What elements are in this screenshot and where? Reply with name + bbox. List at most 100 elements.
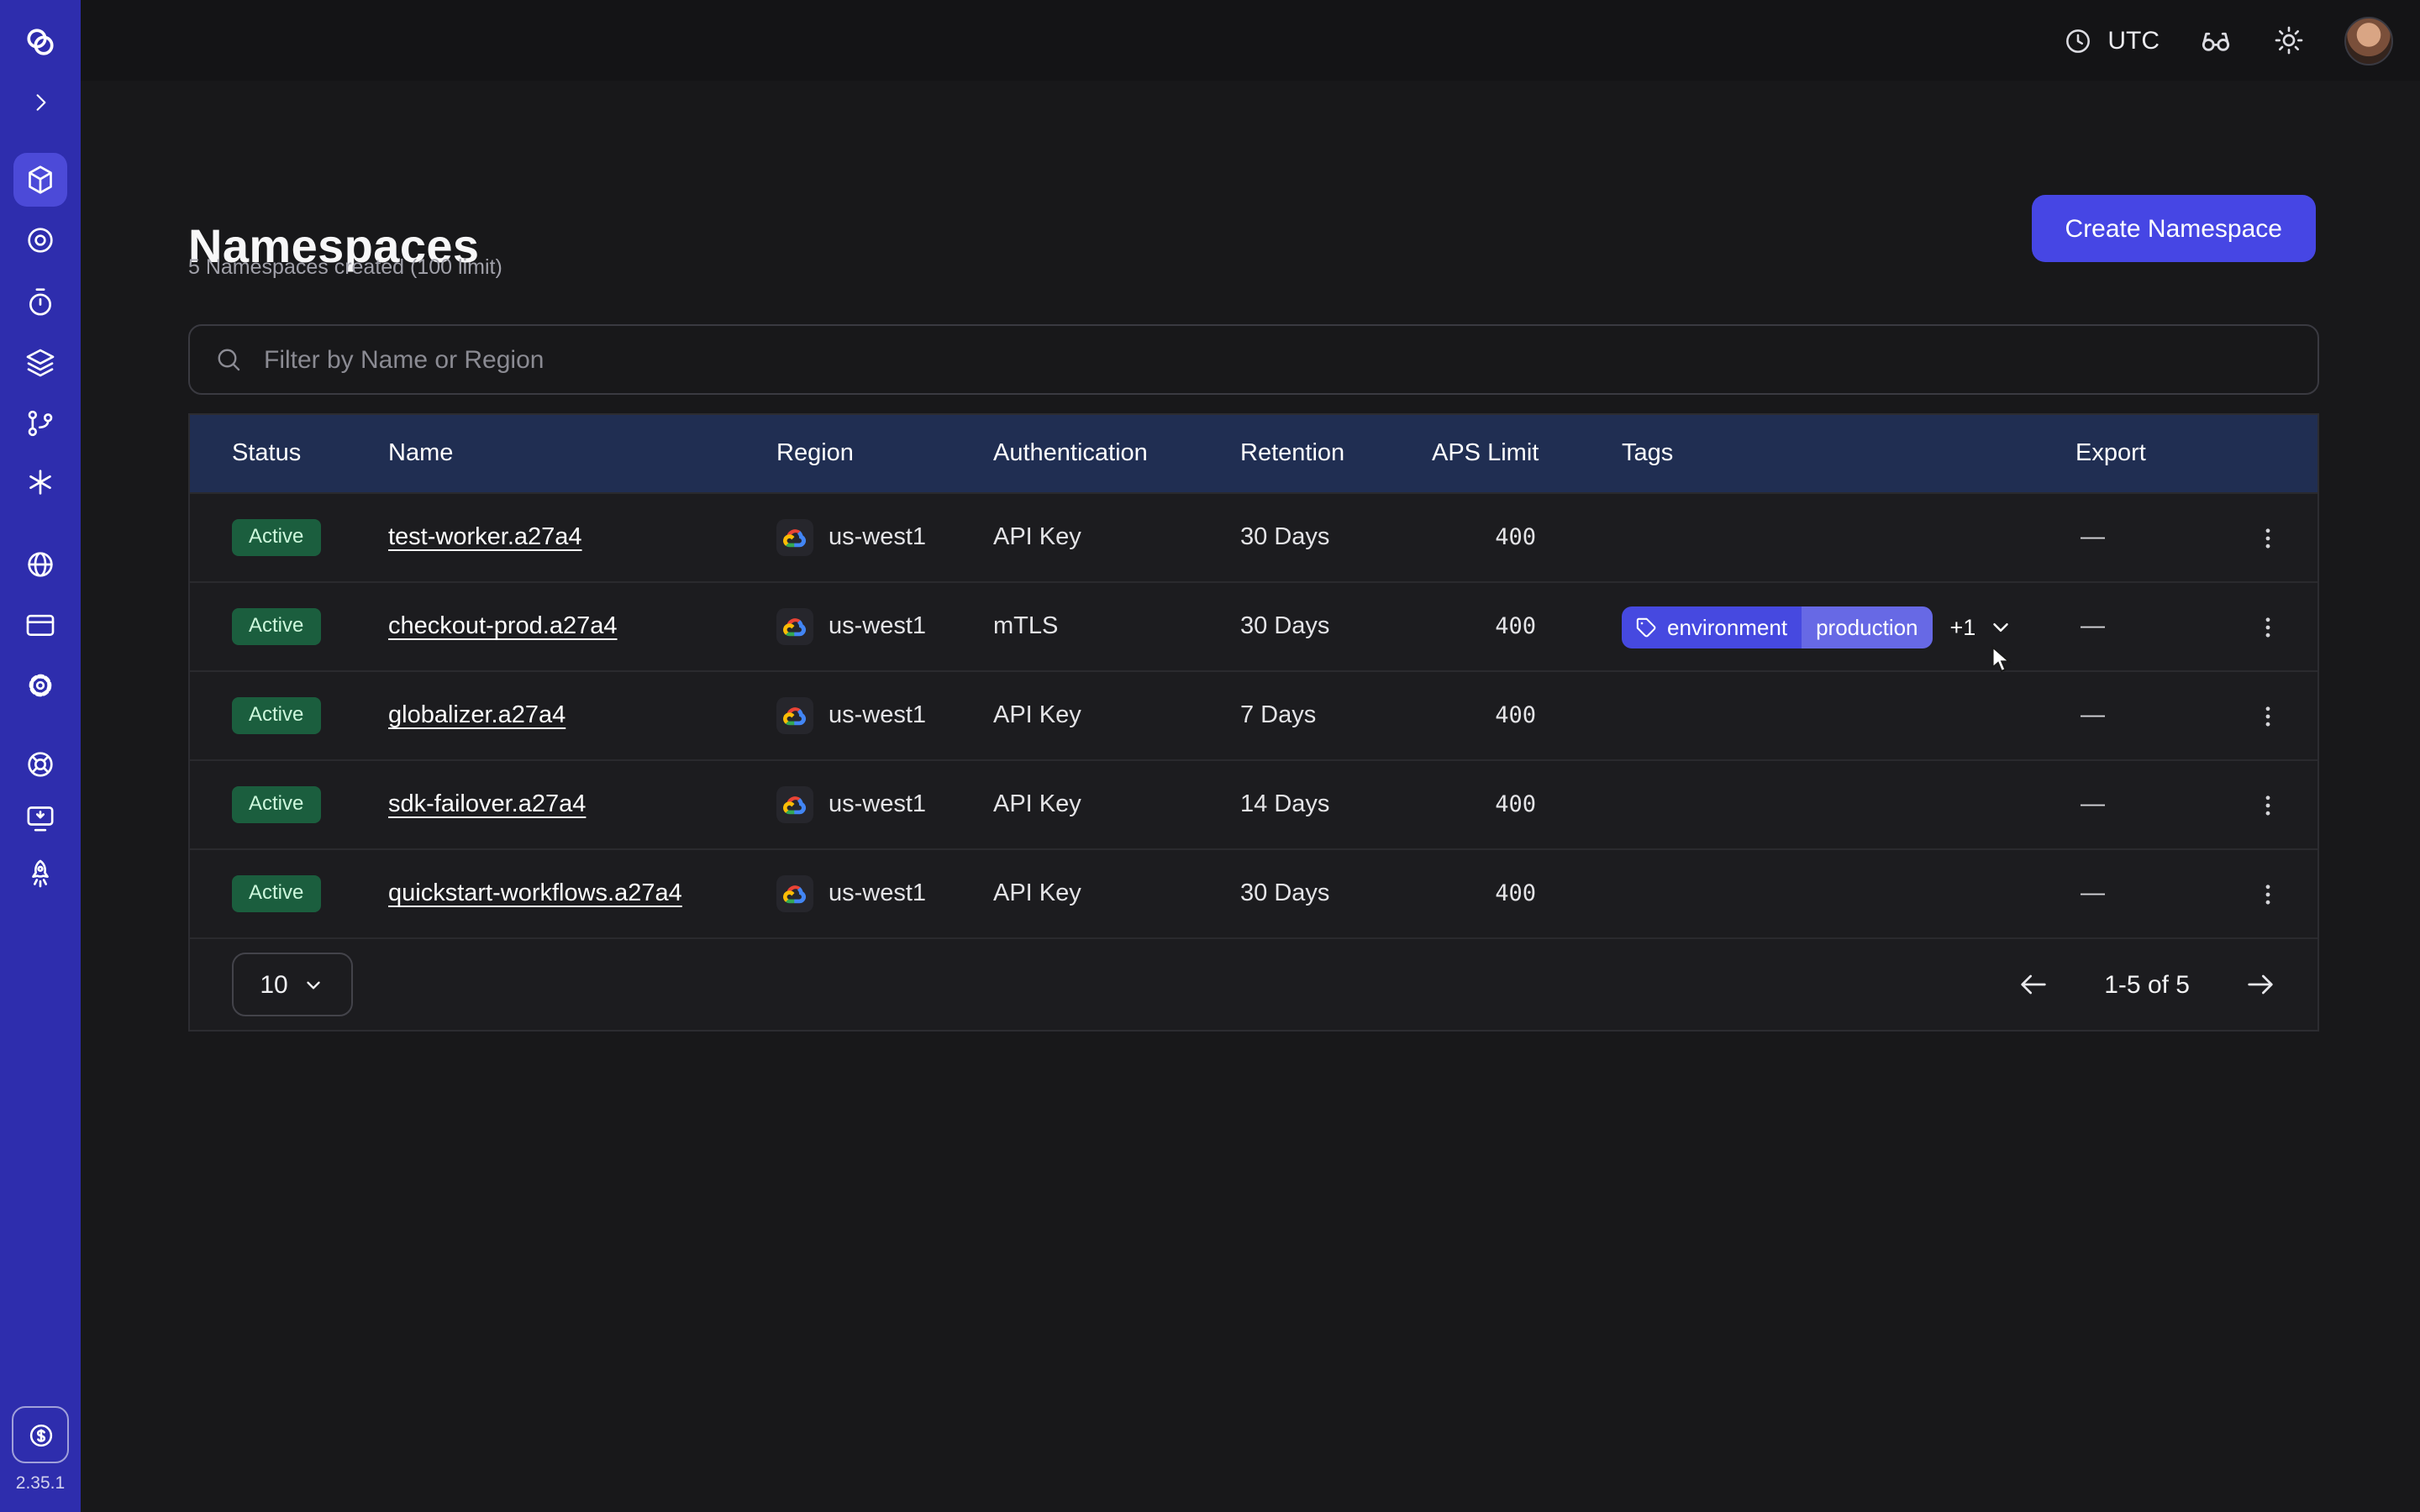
usage-dollar-icon <box>24 1419 56 1451</box>
retention-label: 14 Days <box>1240 791 1432 818</box>
feedback-button[interactable] <box>2196 22 2233 59</box>
sidebar: 2.35.1 <box>0 0 81 1512</box>
row-menu-button[interactable] <box>2244 514 2291 561</box>
table-footer: 10 1-5 of 5 <box>190 937 2317 1030</box>
region-label: us-west1 <box>829 880 926 907</box>
auth-label: API Key <box>993 791 1240 818</box>
gcp-icon <box>776 786 813 823</box>
col-status: Status <box>190 440 388 467</box>
chevron-down-icon <box>1987 614 2012 639</box>
sidebar-item-monitors[interactable] <box>20 220 60 260</box>
clock-icon <box>2062 24 2094 56</box>
support-lifebuoy-icon <box>24 748 57 781</box>
nexus-asterisk-icon <box>24 465 57 499</box>
table-row: Active quickstart-workflows.a27a4 us-wes… <box>190 848 2317 937</box>
filter-input[interactable] <box>260 344 2294 375</box>
col-name: Name <box>388 440 776 467</box>
auth-label: mTLS <box>993 613 1240 640</box>
arrow-right-icon <box>2244 968 2277 1001</box>
region-label: us-west1 <box>829 702 926 729</box>
sidebar-item-stacks[interactable] <box>20 343 60 383</box>
table-row: Active checkout-prod.a27a4 us-west1 mTLS… <box>190 581 2317 670</box>
app-version: 2.35.1 <box>0 1473 81 1494</box>
namespace-link[interactable]: test-worker.a27a4 <box>388 524 582 551</box>
namespaces-cube-icon <box>24 163 57 197</box>
tag-icon <box>1635 616 1657 638</box>
sidebar-item-schedules[interactable] <box>20 282 60 323</box>
retention-label: 30 Days <box>1240 880 1432 907</box>
sidebar-item-guides[interactable] <box>20 798 60 838</box>
world-globe-icon <box>24 548 57 581</box>
tags-expand-button[interactable] <box>1987 614 2012 639</box>
region-label: us-west1 <box>829 613 926 640</box>
col-region: Region <box>776 440 993 467</box>
guides-monitor-icon <box>24 801 57 835</box>
aps-limit-value: 400 <box>1432 880 1622 907</box>
row-menu-button[interactable] <box>2244 870 2291 917</box>
aps-limit-value: 400 <box>1432 613 1622 640</box>
sidebar-item-billing[interactable] <box>20 605 60 645</box>
retention-label: 30 Days <box>1240 524 1432 551</box>
schedules-timer-icon <box>24 286 57 319</box>
gcp-icon <box>776 608 813 645</box>
tag-key-label: environment <box>1667 614 1787 639</box>
col-retention: Retention <box>1240 440 1432 467</box>
namespace-link[interactable]: checkout-prod.a27a4 <box>388 613 618 640</box>
namespace-link[interactable]: quickstart-workflows.a27a4 <box>388 880 682 907</box>
sidebar-item-nexus[interactable] <box>20 462 60 502</box>
temporal-logo[interactable] <box>20 22 60 62</box>
auth-label: API Key <box>993 524 1240 551</box>
status-badge: Active <box>232 519 320 555</box>
status-badge: Active <box>232 608 320 644</box>
sidebar-item-deployments[interactable] <box>20 403 60 444</box>
user-avatar[interactable] <box>2344 16 2393 65</box>
table-row: Active sdk-failover.a27a4 us-west1 API K… <box>190 759 2317 848</box>
auth-label: API Key <box>993 880 1240 907</box>
timezone-selector[interactable]: UTC <box>2062 24 2160 56</box>
sidebar-item-getting-started[interactable] <box>20 853 60 894</box>
gcp-icon <box>776 697 813 734</box>
sidebar-item-namespaces[interactable] <box>13 153 67 207</box>
pagination-range: 1-5 of 5 <box>2104 970 2190 999</box>
row-menu-button[interactable] <box>2244 692 2291 739</box>
export-value: — <box>2075 791 2105 818</box>
status-badge: Active <box>232 786 320 822</box>
filter-bar <box>188 324 2319 395</box>
status-badge: Active <box>232 697 320 733</box>
aps-limit-value: 400 <box>1432 702 1622 729</box>
row-menu-button[interactable] <box>2244 603 2291 650</box>
col-export: Export <box>2075 440 2244 467</box>
page-size-select[interactable]: 10 <box>232 953 353 1016</box>
prev-page-button[interactable] <box>2013 964 2054 1005</box>
status-badge: Active <box>232 875 320 911</box>
expand-chevron-icon[interactable] <box>20 82 60 123</box>
namespace-link[interactable]: globalizer.a27a4 <box>388 702 566 729</box>
sidebar-item-support[interactable] <box>20 744 60 785</box>
namespace-link[interactable]: sdk-failover.a27a4 <box>388 791 586 818</box>
export-value: — <box>2075 524 2105 551</box>
deployments-branch-icon <box>24 407 57 440</box>
billing-card-icon <box>24 608 57 642</box>
tag-value-label: production <box>1801 606 1933 648</box>
settings-gear-icon <box>24 669 57 702</box>
tags-cell: environment production +1 <box>1622 606 2075 648</box>
sidebar-item-world[interactable] <box>20 544 60 585</box>
stacks-layers-icon <box>24 346 57 380</box>
region-label: us-west1 <box>829 791 926 818</box>
namespaces-table: Status Name Region Authentication Retent… <box>188 413 2319 1032</box>
theme-toggle[interactable] <box>2270 22 2307 59</box>
col-tags: Tags <box>1622 440 2075 467</box>
next-page-button[interactable] <box>2240 964 2281 1005</box>
app-window: 2.35.1 UTC Namespaces 5 Namespaces creat… <box>0 0 2420 1512</box>
aps-limit-value: 400 <box>1432 524 1622 551</box>
timezone-label: UTC <box>2107 26 2160 55</box>
page-subtitle: 5 Namespaces created (100 limit) <box>188 255 502 279</box>
create-namespace-button[interactable]: Create Namespace <box>2032 195 2316 262</box>
sidebar-item-usage[interactable] <box>12 1406 69 1463</box>
aps-limit-value: 400 <box>1432 791 1622 818</box>
tag-pill[interactable]: environment production <box>1622 606 1933 648</box>
row-menu-button[interactable] <box>2244 781 2291 828</box>
table-row: Active globalizer.a27a4 us-west1 API Key… <box>190 670 2317 759</box>
col-authentication: Authentication <box>993 440 1240 467</box>
sidebar-item-settings[interactable] <box>20 665 60 706</box>
